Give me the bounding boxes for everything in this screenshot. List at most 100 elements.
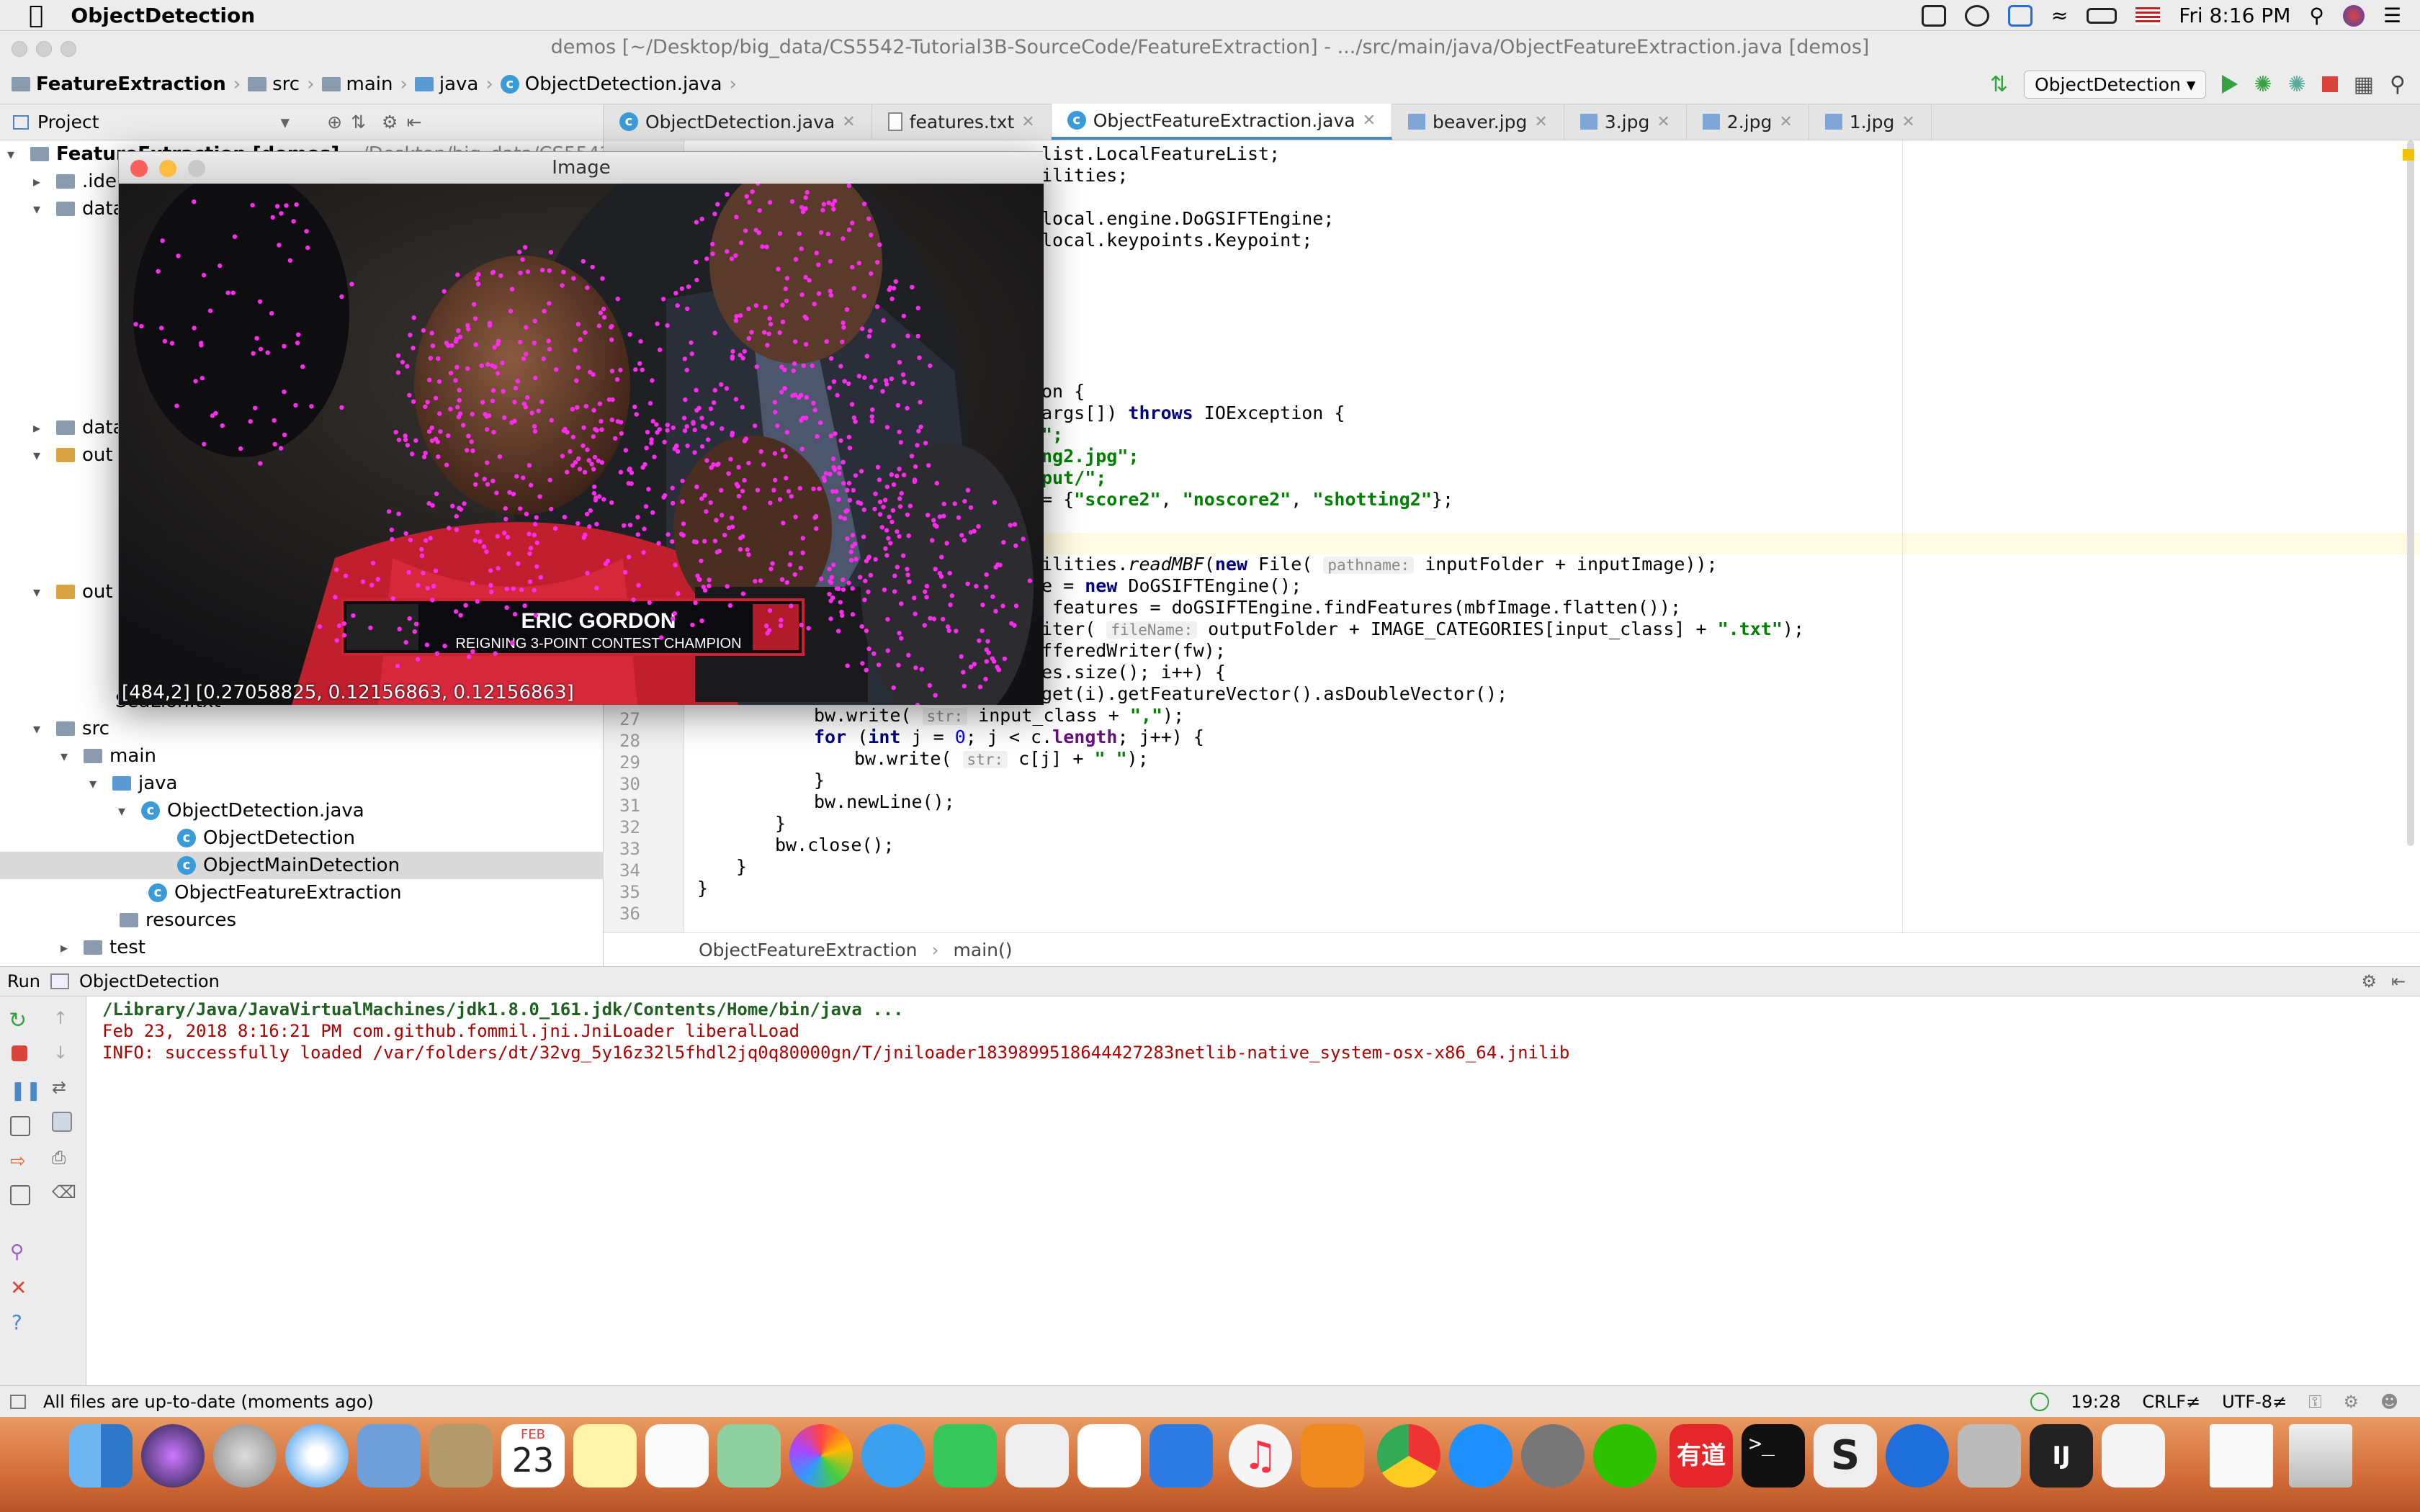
tree-item-out[interactable]: ▾ out (33, 578, 113, 606)
wifi-icon[interactable]: ≈ (2051, 4, 2068, 27)
project-view-select[interactable]: Project (37, 112, 99, 132)
help-icon[interactable]: ? (12, 1310, 32, 1334)
pin-icon[interactable]: ⚲ (10, 1241, 30, 1263)
image-window-titlebar[interactable]: Image (119, 152, 1044, 184)
search-everywhere-icon[interactable]: ⚲ (2390, 72, 2406, 97)
locate-icon[interactable]: ⊕ (327, 112, 342, 132)
safari-icon[interactable] (285, 1424, 349, 1488)
spotlight-search-icon[interactable]: ⚲ (2309, 4, 2324, 27)
close-tab-icon[interactable]: ✕ (1534, 113, 1547, 131)
contacts-icon[interactable] (429, 1424, 493, 1488)
facetime-icon[interactable] (933, 1424, 997, 1488)
caret-position[interactable]: 19:28 (2071, 1392, 2120, 1412)
editor-breadcrumb-method[interactable]: main() (954, 940, 1013, 960)
run-panel-label[interactable]: Run (7, 971, 40, 991)
sublime-icon[interactable]: S (1814, 1424, 1877, 1488)
tab-3-jpg[interactable]: 3.jpg ✕ (1564, 104, 1687, 140)
system-preferences-icon[interactable] (1521, 1424, 1585, 1488)
editor-breadcrumb-class[interactable]: ObjectFeatureExtraction (699, 940, 918, 960)
warning-marker[interactable] (2403, 149, 2414, 161)
printer-icon[interactable] (1958, 1424, 2021, 1488)
image-preview-window[interactable]: Image ERIC GORDON REIGNING 3-POINT CONTE… (118, 151, 1044, 705)
terminal-icon[interactable]: >_ (1742, 1424, 1805, 1488)
project-structure-icon[interactable]: ▦ (2354, 72, 2374, 97)
tree-item-idea[interactable]: ▸ .ide (33, 168, 117, 195)
tree-item-objectdetection[interactable]: c ObjectDetection (177, 824, 355, 852)
books-icon[interactable] (1301, 1424, 1364, 1488)
scrollbar-thumb[interactable] (2407, 140, 2414, 846)
close-window-button[interactable] (12, 41, 27, 57)
file-encoding[interactable]: UTF-8≠ (2222, 1392, 2287, 1412)
memory-indicator-icon[interactable] (2030, 1392, 2050, 1411)
tree-item-data[interactable]: ▾ data (33, 195, 125, 222)
app-name-menu[interactable]: ObjectDetection (71, 4, 255, 27)
build-icon[interactable]: ⇅ (1990, 72, 2008, 97)
stop-button[interactable] (2321, 76, 2338, 92)
tree-item-src[interactable]: ▾ src (33, 715, 109, 742)
calendar-icon[interactable]: FEB 23 (501, 1424, 565, 1488)
youdao-dictionary-icon[interactable]: 有道 (1670, 1424, 1733, 1488)
keypoint-image[interactable]: ERIC GORDON REIGNING 3-POINT CONTEST CHA… (119, 184, 1044, 705)
inspector-icon[interactable]: ☻ (2380, 1392, 2398, 1412)
tree-item-objectmaindetection[interactable]: c ObjectMainDetection (0, 852, 604, 879)
tree-item-objectdetection-java[interactable]: ▾ c ObjectDetection.java (118, 797, 364, 824)
stop-icon[interactable] (12, 1045, 27, 1061)
layout-icon[interactable] (10, 1185, 30, 1205)
close-tab-icon[interactable]: ✕ (1779, 113, 1792, 131)
status-toggle-icon[interactable] (10, 1395, 26, 1409)
close-tab-icon[interactable]: ✕ (1657, 113, 1670, 131)
launchpad-icon[interactable] (213, 1424, 277, 1488)
battery-icon[interactable] (2087, 7, 2118, 24)
wechat-icon[interactable] (1593, 1424, 1657, 1488)
tab-objectdetection-java[interactable]: c ObjectDetection.java ✕ (604, 104, 872, 140)
java-icon[interactable] (2102, 1424, 2165, 1488)
pause-icon[interactable]: ❚❚ (10, 1080, 42, 1102)
tree-item-java[interactable]: ▾ java (89, 770, 177, 797)
app-store-icon[interactable] (1449, 1424, 1512, 1488)
zoom-window-button[interactable] (188, 160, 205, 177)
console-output[interactable]: /Library/Java/JavaVirtualMachines/jdk1.8… (86, 996, 2420, 1385)
run-button[interactable] (2222, 75, 2238, 94)
settings-gear-icon[interactable]: ⚙ (2361, 971, 2377, 991)
finder-icon[interactable] (69, 1424, 133, 1488)
messages-icon[interactable] (861, 1424, 925, 1488)
notification-icon[interactable] (1921, 4, 1946, 27)
scroll-to-end-icon[interactable] (52, 1112, 72, 1132)
up-arrow-icon[interactable]: ↑ (53, 1008, 73, 1028)
document-icon[interactable] (2210, 1424, 2273, 1488)
hide-panel-icon[interactable]: ⇤ (406, 112, 421, 132)
chrome-icon[interactable] (1377, 1424, 1440, 1488)
close-tab-icon[interactable]: ✕ (1363, 112, 1376, 130)
tree-item-objectfeatureextraction[interactable]: c ObjectFeatureExtraction (148, 879, 402, 906)
user-avatar-icon[interactable] (2342, 4, 2365, 27)
lock-icon[interactable]: ⚿ (2308, 1392, 2321, 1412)
print-icon[interactable]: ⎙ (52, 1148, 72, 1168)
tab-objectfeatureextraction-java[interactable]: c ObjectFeatureExtraction.java ✕ (1051, 104, 1392, 140)
exit-icon[interactable]: ⇨ (10, 1151, 30, 1172)
dropdown-arrow-icon[interactable]: ▾ (281, 112, 290, 132)
breadcrumb-src[interactable]: src (248, 73, 300, 95)
coverage-icon[interactable]: ✺ (2288, 72, 2306, 97)
photos-icon[interactable] (789, 1424, 853, 1488)
close-tab-icon[interactable]: ✕ (842, 113, 855, 131)
breadcrumb-project[interactable]: FeatureExtraction (12, 73, 226, 95)
wechat-tray-icon[interactable] (1964, 4, 1989, 27)
minimize-window-button[interactable] (159, 160, 176, 177)
breadcrumb-file[interactable]: c ObjectDetection.java (500, 73, 722, 95)
apple-menu-icon[interactable]:  (29, 1, 43, 30)
tree-item-out[interactable]: ▾ out (33, 441, 113, 469)
tree-item-data[interactable]: ▸ data (33, 414, 125, 441)
close-window-button[interactable] (130, 160, 148, 177)
tree-item-main[interactable]: ▾ main (60, 742, 156, 770)
tab-1-jpg[interactable]: 1.jpg ✕ (1809, 104, 1932, 140)
collapse-icon[interactable]: ⇅ (351, 112, 366, 132)
trash-icon[interactable]: ⌫ (52, 1182, 76, 1202)
teamviewer-icon[interactable] (1886, 1424, 1949, 1488)
input-flag-icon[interactable] (2136, 6, 2161, 24)
settings-gear-icon[interactable]: ⚙ (382, 112, 398, 132)
zoom-window-button[interactable] (60, 41, 76, 57)
siri-icon[interactable] (141, 1424, 205, 1488)
breadcrumb-main[interactable]: main (321, 73, 393, 95)
intellij-idea-icon[interactable]: IJ (2030, 1424, 2093, 1488)
breadcrumb-java[interactable]: java (414, 73, 478, 95)
